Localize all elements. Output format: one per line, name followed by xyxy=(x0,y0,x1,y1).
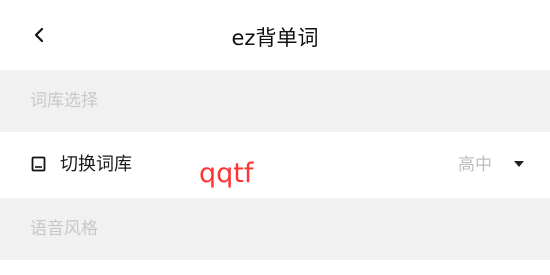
section-header-voice-style: 语音风格 xyxy=(0,198,550,260)
section-label-wordbank: 词库选择 xyxy=(30,91,98,111)
page-title: ez背单词 xyxy=(231,26,319,50)
top-bar: ez背单词 xyxy=(0,0,550,70)
switch-wordbank-label: 切换词库 xyxy=(60,154,132,175)
caret-down-icon[interactable] xyxy=(514,161,524,167)
next-row xyxy=(0,260,550,275)
book-icon xyxy=(31,156,47,177)
settings-screen: ez背单词 词库选择 切换词库 qqtf 高中 语音风格 xyxy=(0,0,550,275)
wordbank-selected-value[interactable]: 高中 xyxy=(458,132,492,198)
section-label-voice-style: 语音风格 xyxy=(30,219,98,239)
switch-wordbank-row[interactable]: 切换词库 qqtf 高中 xyxy=(0,132,550,198)
section-header-wordbank: 词库选择 xyxy=(0,70,550,132)
